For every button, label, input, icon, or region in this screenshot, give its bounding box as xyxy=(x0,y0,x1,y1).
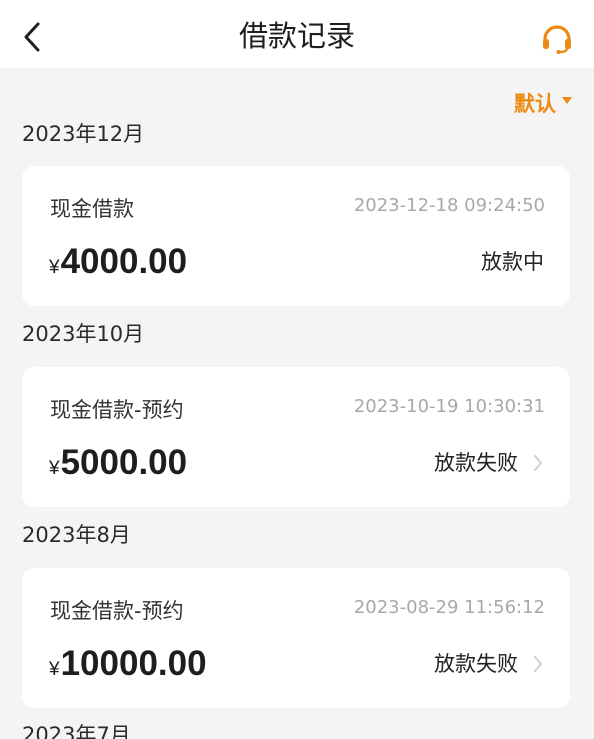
loan-type: 现金借款-预约 xyxy=(50,398,184,422)
loan-type: 现金借款-预约 xyxy=(50,599,184,623)
loan-type: 现金借款 xyxy=(50,197,134,221)
loan-time: 2023-12-18 09:24:50 xyxy=(353,195,545,216)
month-header: 2023年7月 xyxy=(22,723,131,739)
page-title: 借款记录 xyxy=(238,19,355,53)
sort-label: 默认 xyxy=(514,92,556,116)
currency-symbol: ¥ xyxy=(49,458,60,479)
loan-record-card[interactable]: 现金借款 2023-12-18 09:24:50 ¥4000.00 放款中 xyxy=(22,166,570,306)
month-header: 2023年12月 xyxy=(22,122,145,146)
chevron-right-icon xyxy=(534,656,542,672)
loan-status: 放款中 xyxy=(481,247,544,277)
sort-dropdown[interactable]: 默认 xyxy=(514,90,572,118)
currency-symbol: ¥ xyxy=(49,257,60,278)
status-text: 放款中 xyxy=(481,250,544,274)
loan-amount: ¥4000.00 xyxy=(49,240,187,291)
headset-icon[interactable] xyxy=(541,24,573,54)
chevron-right-icon xyxy=(534,455,542,471)
month-header: 2023年8月 xyxy=(22,523,131,547)
caret-down-icon xyxy=(562,97,572,104)
amount-value: 5000.00 xyxy=(60,443,188,482)
loan-records-page: 借款记录 默认 2023年12月 现金借款 2023-12-18 09:24:5… xyxy=(0,0,594,739)
loan-status: 放款失败 xyxy=(434,448,544,478)
loan-amount: ¥10000.00 xyxy=(49,642,207,693)
loan-amount: ¥5000.00 xyxy=(49,441,187,492)
currency-symbol: ¥ xyxy=(49,659,60,680)
header-bar: 借款记录 xyxy=(0,0,594,68)
loan-time: 2023-10-19 10:30:31 xyxy=(353,396,545,417)
loan-record-card[interactable]: 现金借款-预约 2023-10-19 10:30:31 ¥5000.00 放款失… xyxy=(22,367,570,507)
loan-status: 放款失败 xyxy=(434,649,544,679)
loan-record-card[interactable]: 现金借款-预约 2023-08-29 11:56:12 ¥10000.00 放款… xyxy=(22,568,570,708)
loan-time: 2023-08-29 11:56:12 xyxy=(353,597,545,618)
status-text: 放款失败 xyxy=(434,451,518,475)
amount-value: 4000.00 xyxy=(60,242,188,281)
amount-value: 10000.00 xyxy=(60,644,207,683)
status-text: 放款失败 xyxy=(434,652,518,676)
month-header: 2023年10月 xyxy=(22,322,145,346)
